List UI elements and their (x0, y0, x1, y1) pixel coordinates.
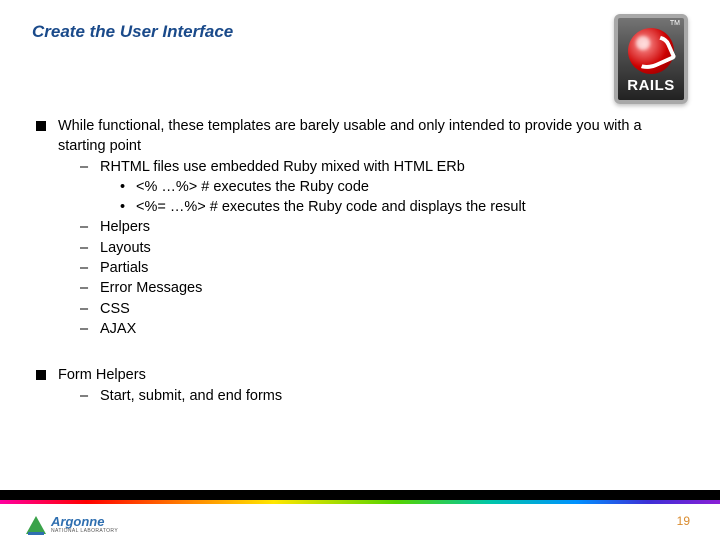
dash-text: Helpers (100, 219, 150, 235)
dash-text: Partials (100, 260, 148, 276)
dash-ajax: –AJAX (80, 319, 680, 339)
dash-start-submit-end: – Start, submit, and end forms (80, 386, 680, 406)
bullet-form-helpers: Form Helpers – Start, submit, and end fo… (36, 365, 680, 406)
dash-text: Error Messages (100, 280, 202, 296)
page-number: 19 (677, 514, 690, 528)
dash-text: CSS (100, 301, 130, 317)
rails-logo-label: RAILS (618, 77, 684, 94)
dot-icon: • (120, 197, 125, 217)
dash-layouts: –Layouts (80, 238, 680, 258)
dash-icon: – (80, 157, 88, 177)
dot-erb-display: • <%= …%> # executes the Ruby code and d… (120, 197, 680, 217)
trademark-label: TM (670, 20, 680, 27)
dash-icon: – (80, 386, 88, 406)
dot-text: <% …%> # executes the Ruby code (136, 179, 369, 195)
dash-text: RHTML files use embedded Ruby mixed with… (100, 159, 465, 175)
rails-logo: TM RAILS (614, 14, 688, 104)
dot-text: <%= …%> # executes the Ruby code and dis… (136, 199, 526, 215)
dash-rhtml: – RHTML files use embedded Ruby mixed wi… (80, 157, 680, 218)
slide-title: Create the User Interface (32, 22, 233, 42)
argonne-logo: Argonne NATIONAL LABORATORY (26, 516, 118, 534)
footer-black-stripe (0, 490, 720, 500)
dot-erb-exec: • <% …%> # executes the Ruby code (120, 177, 680, 197)
footer-spectrum-stripe (0, 500, 720, 504)
dash-partials: –Partials (80, 258, 680, 278)
argonne-subtitle: NATIONAL LABORATORY (51, 529, 118, 534)
dash-text: Layouts (100, 240, 151, 256)
bullet-templates-intro: While functional, these templates are ba… (36, 116, 680, 339)
dash-css: –CSS (80, 299, 680, 319)
dash-error-messages: –Error Messages (80, 278, 680, 298)
square-bullet-icon (36, 370, 46, 380)
dot-icon: • (120, 177, 125, 197)
slide-content: While functional, these templates are ba… (36, 116, 680, 406)
bullet-text: While functional, these templates are ba… (58, 118, 642, 154)
argonne-name: Argonne (51, 516, 118, 528)
dash-helpers: –Helpers (80, 217, 680, 237)
dash-text: AJAX (100, 321, 136, 337)
dash-text: Start, submit, and end forms (100, 388, 282, 404)
footer-bar (0, 490, 720, 504)
bullet-text: Form Helpers (58, 367, 146, 383)
argonne-triangle-icon (26, 516, 46, 534)
square-bullet-icon (36, 121, 46, 131)
